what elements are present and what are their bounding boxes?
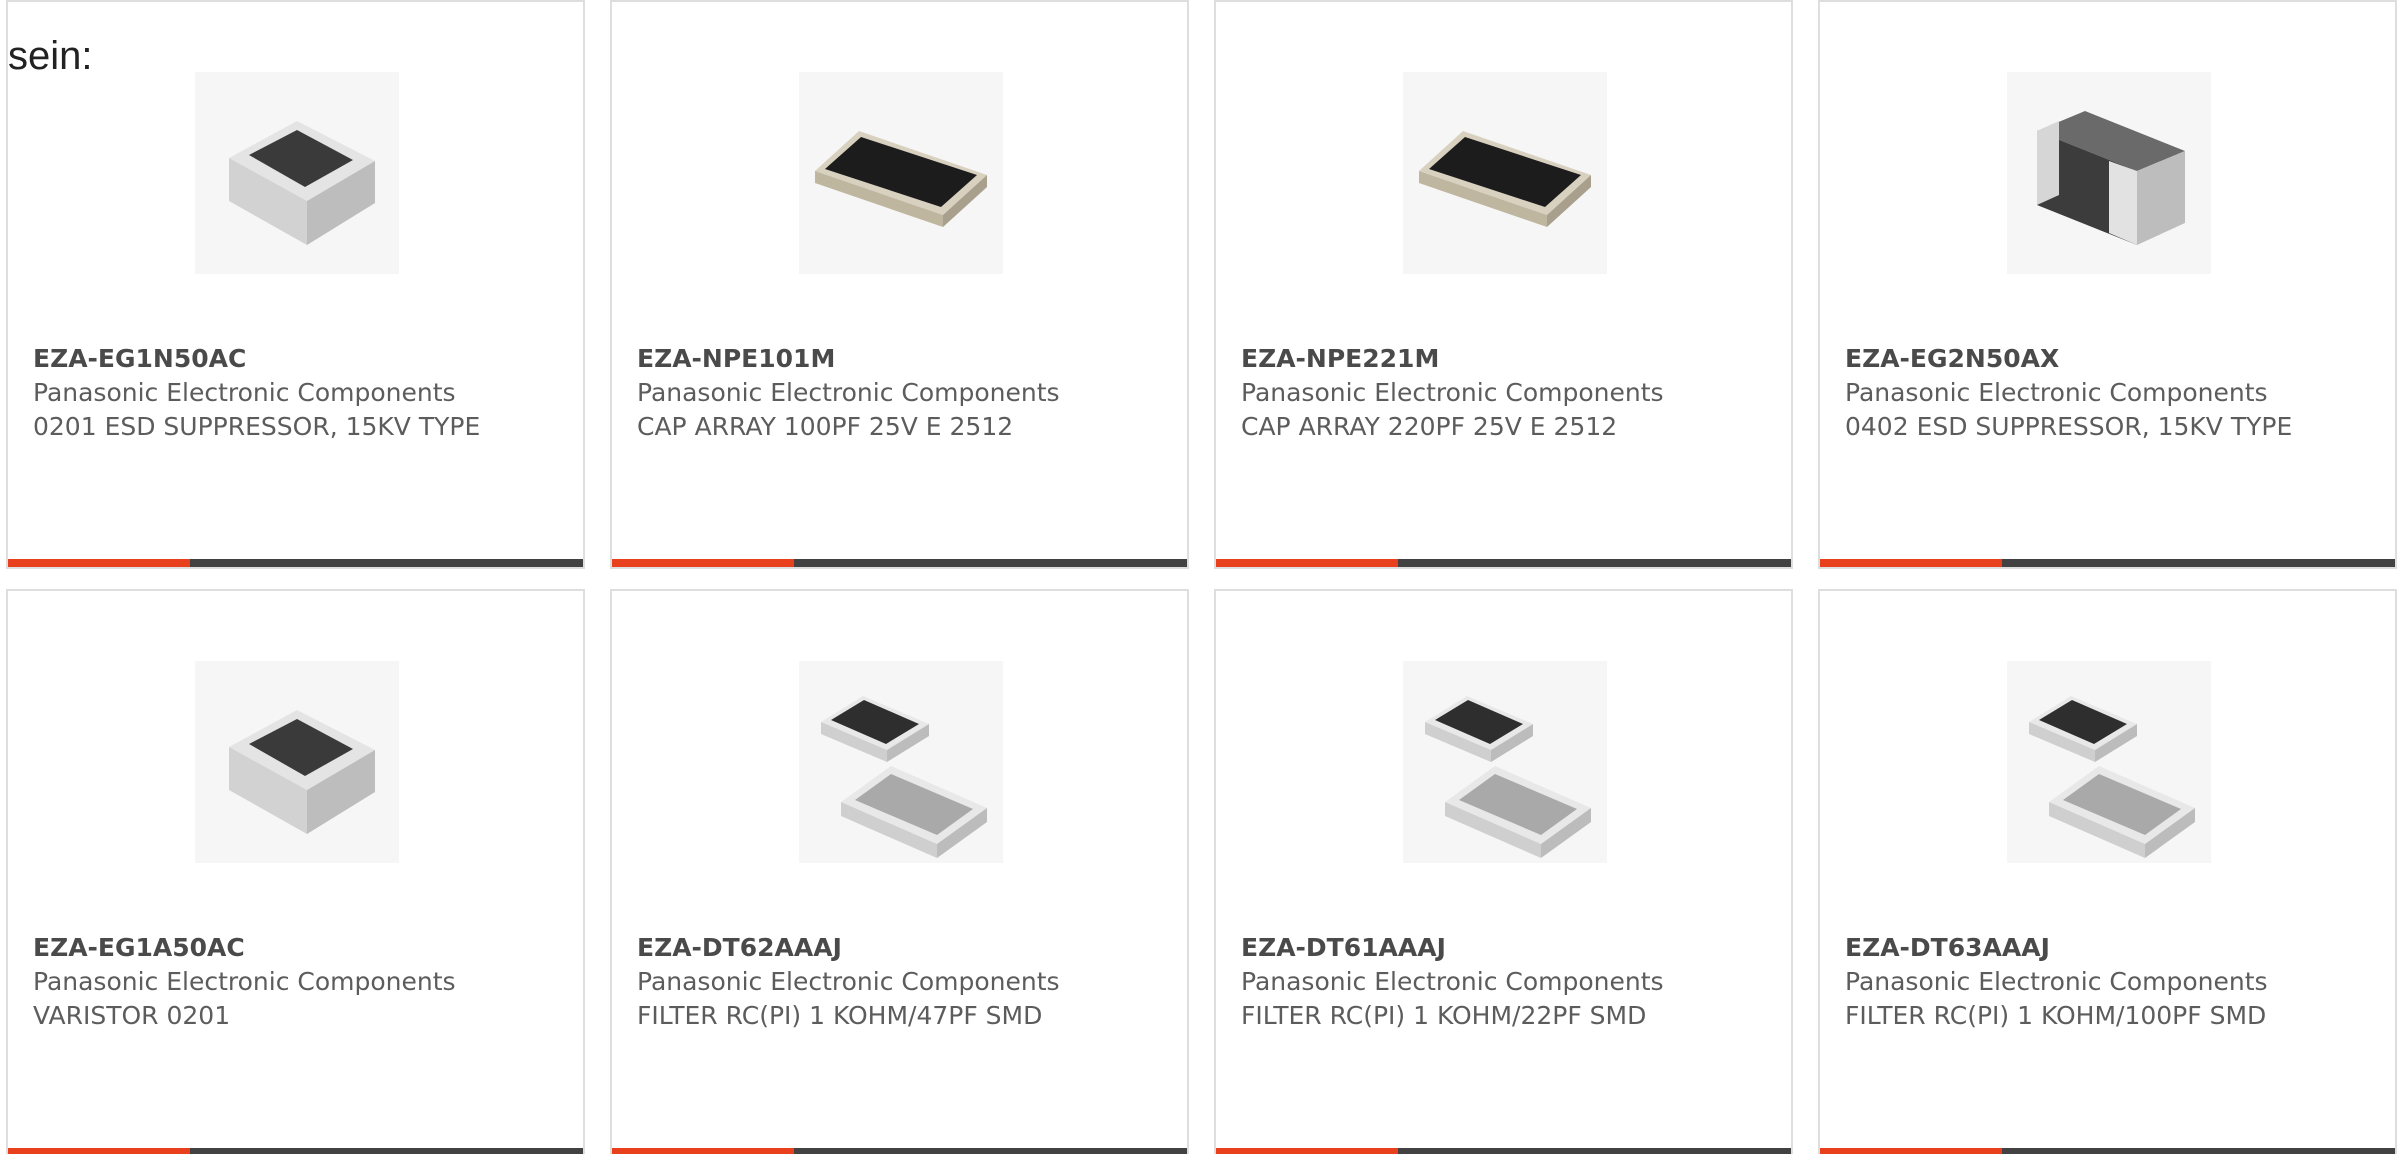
- card-bar: [612, 1148, 1187, 1154]
- product-image[interactable]: [799, 661, 1003, 863]
- filter-array-icon: [821, 696, 987, 858]
- description: 0402 ESD SUPPRESSOR, 15KV TYPE: [1845, 412, 2293, 441]
- card-bar-accent: [8, 1148, 190, 1154]
- manufacturer: Panasonic Electronic Components: [637, 378, 1060, 407]
- manufacturer: Panasonic Electronic Components: [1845, 967, 2268, 996]
- manufacturer: Panasonic Electronic Components: [1241, 967, 1664, 996]
- manufacturer: Panasonic Electronic Components: [33, 967, 456, 996]
- part-number[interactable]: EZA-DT63AAAJ: [1845, 931, 2305, 965]
- card-bar: [1820, 1148, 2395, 1154]
- card-bar-accent: [1820, 559, 2002, 567]
- intro-text: sein:: [8, 34, 93, 78]
- part-number[interactable]: EZA-EG1N50AC: [33, 342, 493, 376]
- product-card[interactable]: EZA-NPE101M Panasonic Electronic Compone…: [610, 0, 1189, 569]
- product-card[interactable]: EZA-NPE221M Panasonic Electronic Compone…: [1214, 0, 1793, 569]
- card-bar: [1216, 559, 1791, 567]
- manufacturer: Panasonic Electronic Components: [1845, 378, 2268, 407]
- chip-resistor-icon: [229, 710, 375, 834]
- product-image[interactable]: [1403, 72, 1607, 274]
- product-card[interactable]: EZA-DT63AAAJ Panasonic Electronic Compon…: [1818, 589, 2397, 1154]
- product-card[interactable]: EZA-EG2N50AX Panasonic Electronic Compon…: [1818, 0, 2397, 569]
- filter-array-icon: [2029, 696, 2195, 858]
- card-bar-accent: [1216, 559, 1398, 567]
- description: FILTER RC(PI) 1 KOHM/100PF SMD: [1845, 1001, 2267, 1030]
- description: 0201 ESD SUPPRESSOR, 15KV TYPE: [33, 412, 481, 441]
- card-bar: [612, 559, 1187, 567]
- card-bar: [1820, 559, 2395, 567]
- product-grid: EZA-EG1N50AC Panasonic Electronic Compon…: [6, 0, 2400, 1154]
- card-bar: [8, 1148, 583, 1154]
- part-number[interactable]: EZA-DT61AAAJ: [1241, 931, 1701, 965]
- description: VARISTOR 0201: [33, 1001, 231, 1030]
- card-bar-accent: [1820, 1148, 2002, 1154]
- part-number[interactable]: EZA-NPE101M: [637, 342, 1097, 376]
- product-image[interactable]: [1403, 661, 1607, 863]
- card-bar-accent: [612, 559, 794, 567]
- product-card[interactable]: EZA-EG1N50AC Panasonic Electronic Compon…: [6, 0, 585, 569]
- manufacturer: Panasonic Electronic Components: [33, 378, 456, 407]
- capacitor-array-icon: [815, 131, 987, 227]
- chip-resistor-icon: [229, 121, 375, 245]
- product-card[interactable]: EZA-EG1A50AC Panasonic Electronic Compon…: [6, 589, 585, 1154]
- description: CAP ARRAY 100PF 25V E 2512: [637, 412, 1014, 441]
- description: FILTER RC(PI) 1 KOHM/22PF SMD: [1241, 1001, 1647, 1030]
- part-number[interactable]: EZA-EG2N50AX: [1845, 342, 2305, 376]
- card-bar-accent: [1216, 1148, 1398, 1154]
- description: FILTER RC(PI) 1 KOHM/47PF SMD: [637, 1001, 1043, 1030]
- manufacturer: Panasonic Electronic Components: [637, 967, 1060, 996]
- manufacturer: Panasonic Electronic Components: [1241, 378, 1664, 407]
- product-card[interactable]: EZA-DT62AAAJ Panasonic Electronic Compon…: [610, 589, 1189, 1154]
- filter-array-icon: [1425, 696, 1591, 858]
- card-bar: [1216, 1148, 1791, 1154]
- card-bar: [8, 559, 583, 567]
- card-bar-accent: [612, 1148, 794, 1154]
- product-image[interactable]: [799, 72, 1003, 274]
- product-image[interactable]: [2007, 72, 2211, 274]
- product-image[interactable]: [195, 72, 399, 274]
- product-card[interactable]: EZA-DT61AAAJ Panasonic Electronic Compon…: [1214, 589, 1793, 1154]
- part-number[interactable]: EZA-EG1A50AC: [33, 931, 493, 965]
- product-image[interactable]: [195, 661, 399, 863]
- product-image[interactable]: [2007, 661, 2211, 863]
- description: CAP ARRAY 220PF 25V E 2512: [1241, 412, 1618, 441]
- part-number[interactable]: EZA-NPE221M: [1241, 342, 1701, 376]
- card-bar-accent: [8, 559, 190, 567]
- capacitor-array-icon: [1419, 131, 1591, 227]
- part-number[interactable]: EZA-DT62AAAJ: [637, 931, 1097, 965]
- chip-capacitor-icon: [2037, 111, 2185, 245]
